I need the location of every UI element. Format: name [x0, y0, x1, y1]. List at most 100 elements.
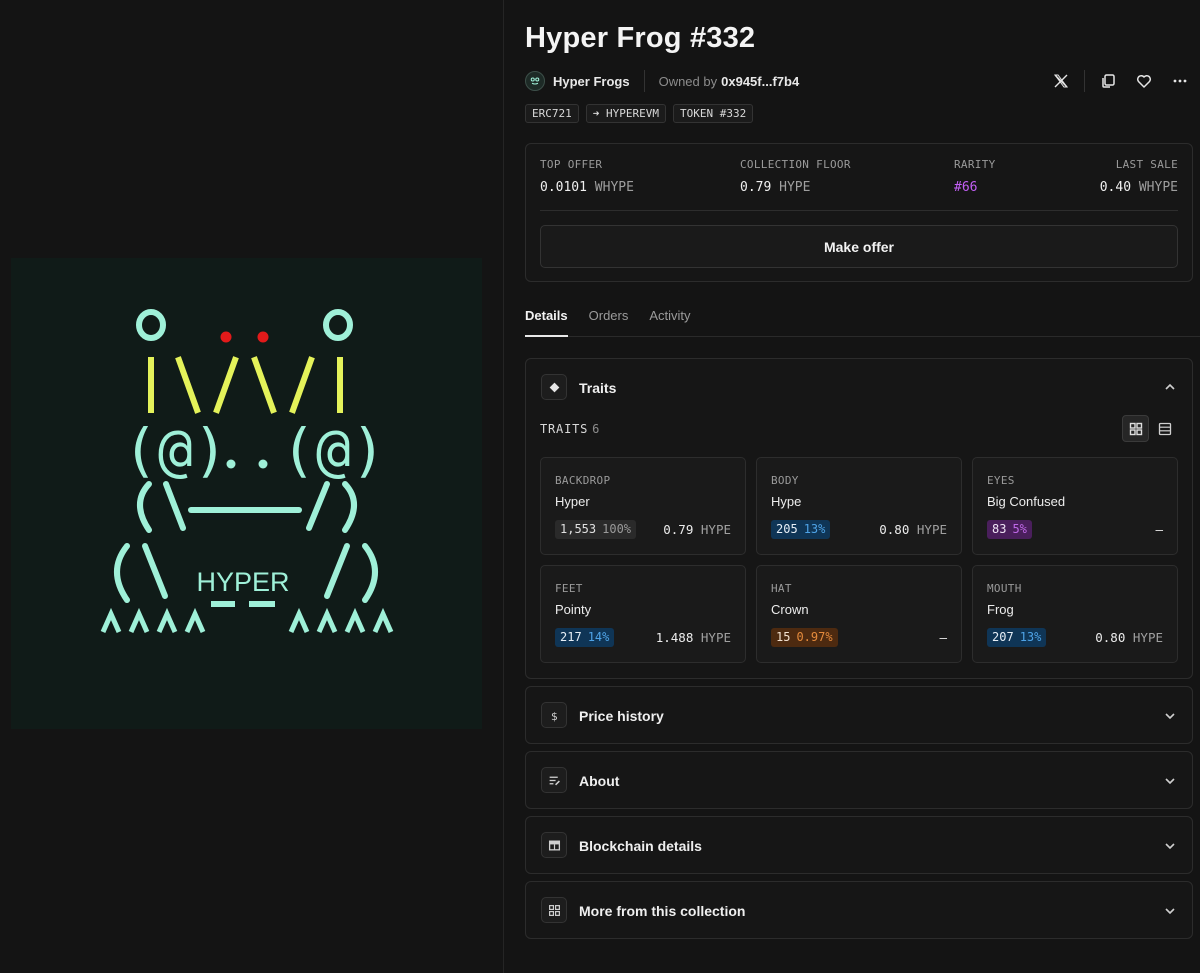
accordion-blockchain-details[interactable]: Blockchain details	[525, 816, 1193, 874]
stat-top-offer: TOP OFFER 0.0101 WHYPE	[540, 158, 634, 195]
trait-footer: 217 14% 1.488 HYPE	[555, 628, 731, 647]
owned-by: Owned by 0x945f...f7b4	[659, 74, 800, 89]
token-chips: ERC721 ➜ HYPEREVM TOKEN #332	[525, 104, 754, 123]
trait-rarity-badge: 15 0.97%	[771, 628, 838, 647]
chip-chain[interactable]: ➜ HYPEREVM	[585, 104, 666, 123]
nft-image[interactable]: (@) (@) HYPER	[11, 258, 482, 729]
accordion-about[interactable]: About	[525, 751, 1193, 809]
trait-pct: 5%	[1012, 522, 1027, 536]
price-divider	[540, 210, 1178, 211]
diamond-icon	[549, 382, 559, 392]
accordion-icon-box	[541, 832, 567, 858]
trait-value: Crown	[771, 602, 809, 617]
trait-type: BODY	[771, 474, 799, 487]
chevron-down-icon	[1165, 778, 1175, 785]
share-x-button[interactable]	[1048, 68, 1074, 94]
svg-text:(@): (@)	[281, 416, 386, 484]
trait-price: 0.79	[663, 522, 694, 537]
collection-avatar[interactable]	[525, 71, 545, 91]
trait-card[interactable]: EYES Big Confused 83 5% –	[972, 457, 1178, 555]
trait-card[interactable]: HAT Crown 15 0.97% –	[756, 565, 962, 663]
trait-rarity-badge: 205 13%	[771, 520, 831, 539]
price-card: TOP OFFER 0.0101 WHYPE COLLECTION FLOOR …	[525, 143, 1193, 282]
trait-card[interactable]: BODY Hype 205 13% 0.80 HYPE	[756, 457, 962, 555]
copy-icon	[1102, 74, 1115, 88]
trait-card[interactable]: FEET Pointy 217 14% 1.488 HYPE	[540, 565, 746, 663]
trait-price: –	[939, 630, 947, 645]
owner-address-link[interactable]: 0x945f...f7b4	[721, 74, 799, 89]
traits-sub-label: TRAITS	[540, 422, 589, 436]
accordion-icon-box: $	[541, 702, 567, 728]
chevron-up-icon[interactable]	[1164, 381, 1176, 393]
trait-unit: HYPE	[700, 522, 731, 537]
make-offer-button[interactable]: Make offer	[540, 225, 1178, 268]
trait-footer: 207 13% 0.80 HYPE	[987, 628, 1163, 647]
accordion-title: About	[579, 773, 620, 789]
stat-label: LAST SALE	[1115, 158, 1178, 171]
trait-floor: 0.80 HYPE	[879, 522, 947, 537]
trait-unit: HYPE	[916, 522, 947, 537]
grid-icon	[548, 904, 560, 916]
chevron-down-icon	[1165, 908, 1175, 915]
trait-rarity-badge: 207 13%	[987, 628, 1047, 647]
trait-pct: 100%	[602, 522, 632, 536]
stat-rarity: RARITY #66	[954, 158, 996, 195]
trait-count: 1,553	[560, 522, 597, 536]
stat-label: RARITY	[954, 158, 996, 171]
trait-rarity-badge: 217 14%	[555, 628, 615, 647]
action-bar	[1048, 68, 1193, 94]
accordion-title: Price history	[579, 708, 664, 724]
trait-type: BACKDROP	[555, 474, 611, 487]
traits-panel: Traits TRAITS 6 BACKDROP Hyper 1,553 100% …	[525, 358, 1193, 679]
trait-count: 15	[776, 630, 791, 644]
traits-title[interactable]: Traits	[579, 380, 616, 396]
trait-card[interactable]: BACKDROP Hyper 1,553 100% 0.79 HYPE	[540, 457, 746, 555]
rarity-value[interactable]: #66	[954, 180, 996, 195]
frog-avatar-icon	[530, 77, 540, 85]
owned-by-label: Owned by	[658, 73, 718, 89]
trait-floor: –	[1155, 522, 1163, 537]
trait-footer: 205 13% 0.80 HYPE	[771, 520, 947, 539]
collection-name-link[interactable]: Hyper Frogs	[553, 74, 630, 89]
svg-text:$: $	[551, 709, 558, 721]
stat-value: 0.40 WHYPE	[1100, 180, 1178, 195]
accordion-price-history[interactable]: $ Price history	[525, 686, 1193, 744]
grid-view-button[interactable]	[1122, 415, 1149, 442]
floor-value: 0.79	[740, 180, 772, 195]
trait-rarity-badge: 1,553 100%	[555, 520, 637, 539]
last-sale-unit: WHYPE	[1138, 180, 1178, 195]
trait-card[interactable]: MOUTH Frog 207 13% 0.80 HYPE	[972, 565, 1178, 663]
frog-ascii-art: (@) (@) HYPER	[100, 309, 394, 634]
stat-collection-floor: COLLECTION FLOOR 0.79 HYPE	[740, 158, 851, 195]
tab-activity[interactable]: Activity	[649, 305, 690, 337]
list-view-button[interactable]	[1151, 415, 1178, 442]
trait-value: Frog	[987, 602, 1014, 617]
more-options-button[interactable]	[1167, 68, 1193, 94]
list-icon	[1158, 422, 1171, 435]
copy-link-button[interactable]	[1095, 68, 1121, 94]
chip-token-id: TOKEN #332	[672, 104, 754, 123]
chip-standard: ERC721	[525, 104, 579, 123]
detail-tabs: Details Orders Activity	[525, 305, 1200, 337]
tab-details[interactable]: Details	[525, 305, 568, 337]
trait-count: 205	[776, 522, 798, 536]
action-divider	[1084, 70, 1085, 92]
meta-divider	[643, 70, 645, 92]
top-offer-unit: WHYPE	[594, 180, 634, 195]
accordion-more-from-collection[interactable]: More from this collection	[525, 881, 1193, 939]
tab-orders[interactable]: Orders	[589, 305, 629, 337]
top-offer-value: 0.0101	[540, 180, 587, 195]
floor-unit: HYPE	[779, 180, 811, 195]
trait-type: MOUTH	[987, 582, 1022, 595]
trait-grid: BACKDROP Hyper 1,553 100% 0.79 HYPE BODY …	[540, 457, 1178, 663]
trait-footer: 1,553 100% 0.79 HYPE	[555, 520, 731, 539]
x-logo-icon	[1054, 74, 1068, 88]
chevron-down-icon	[1165, 713, 1175, 720]
trait-count: 83	[992, 522, 1007, 536]
favorite-button[interactable]	[1131, 68, 1157, 94]
page-title: Hyper Frog #332	[525, 22, 756, 54]
trait-floor: 0.79 HYPE	[663, 522, 731, 537]
trait-floor: –	[939, 630, 947, 645]
accordion-title: More from this collection	[579, 903, 746, 919]
artwork-pane: (@) (@) HYPER	[0, 0, 504, 973]
